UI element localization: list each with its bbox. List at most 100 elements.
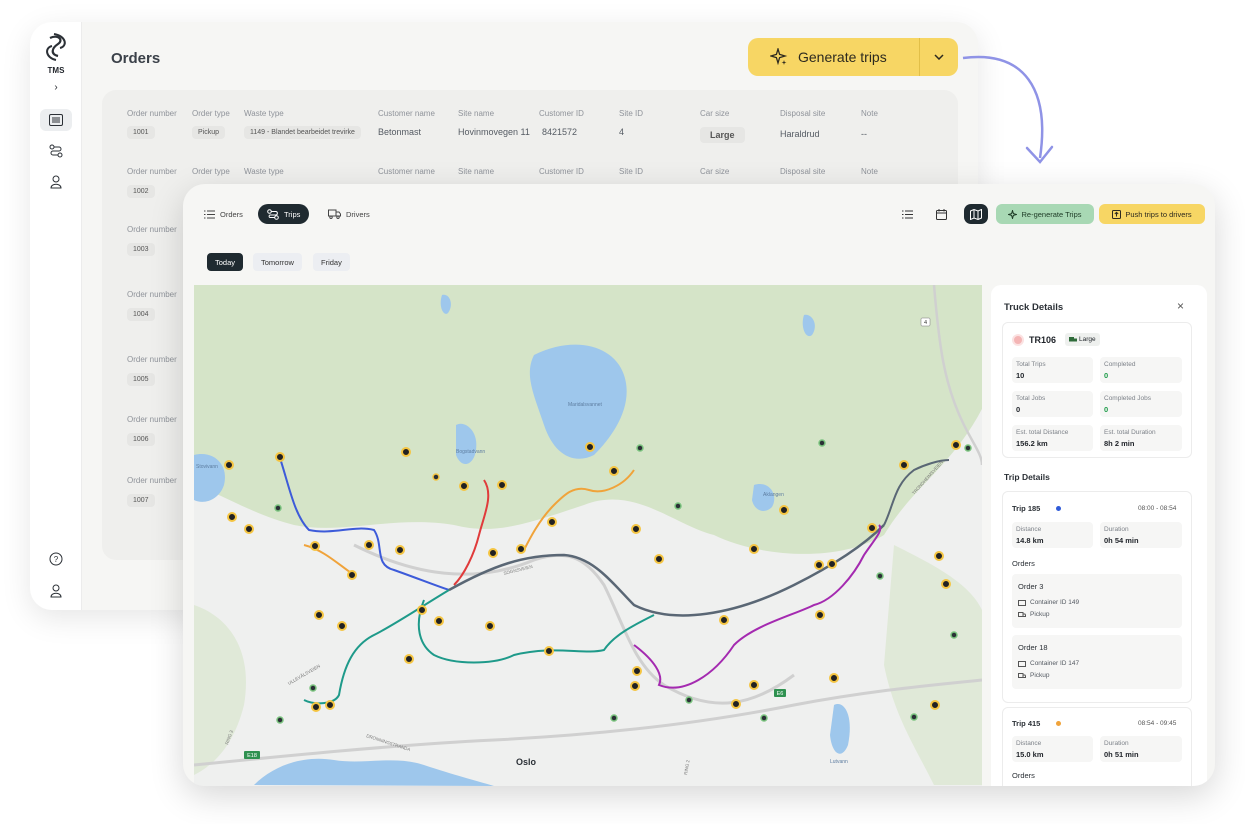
route-map[interactable]: Oslo Maridalsvannet Bogstadvann Stovivan…	[194, 285, 982, 786]
order-item[interactable]: Order 3 Container ID 149 Pickup	[1012, 574, 1182, 628]
sparkle-icon	[1008, 209, 1018, 219]
map-canvas: Oslo Maridalsvannet Bogstadvann Stovivan…	[194, 285, 982, 786]
truck-icon	[328, 209, 341, 219]
order-number-chip[interactable]: 1006	[127, 433, 155, 446]
order-type-chip[interactable]: Pickup	[192, 126, 226, 139]
header-car-size: Car size	[700, 109, 730, 118]
profile-button[interactable]	[40, 580, 72, 602]
upload-icon	[1112, 209, 1122, 219]
day-tomorrow[interactable]: Tomorrow	[253, 253, 302, 271]
generate-trips-main[interactable]: Generate trips	[748, 38, 920, 76]
user-icon	[50, 584, 62, 598]
lake-lutvann	[830, 704, 850, 754]
stat-total-jobs: Total Jobs 0	[1012, 391, 1093, 417]
lake-label: Stovivann	[196, 464, 218, 470]
day-friday[interactable]: Friday	[313, 253, 350, 271]
connector-arrow-icon	[962, 55, 1054, 164]
regenerate-trips-button[interactable]: Re-generate Trips	[996, 204, 1094, 224]
calendar-view-button[interactable]	[929, 204, 953, 224]
container-icon	[1018, 599, 1026, 606]
lake-label: Bogstadvann	[456, 449, 485, 455]
order-type: Pickup	[1018, 611, 1050, 618]
note: --	[861, 129, 867, 139]
customer-name: Betonmast	[378, 127, 422, 137]
header-site-id: Site ID	[619, 167, 644, 176]
trip-details-title: Trip Details	[1004, 472, 1050, 482]
header-waste-type: Waste type	[244, 109, 284, 118]
fjord	[254, 758, 494, 786]
stat-total-distance: Est. total Distance 156.2 km	[1012, 425, 1093, 451]
stat-total-duration: Est. total Duration 8h 2 min	[1100, 425, 1182, 451]
trip-card[interactable]: Trip 185 08:00 - 08:54 Distance 14.8 km …	[1002, 491, 1192, 703]
tab-drivers[interactable]: Drivers	[319, 204, 379, 224]
header-order-number: Order number	[127, 415, 177, 424]
order-number-chip[interactable]: 1003	[127, 243, 155, 256]
push-trips-label: Push trips to drivers	[1125, 209, 1192, 219]
order-name: Order 18	[1018, 643, 1048, 652]
road-sign-4: 4	[920, 317, 931, 327]
order-number-chip[interactable]: 1005	[127, 373, 155, 386]
car-size-chip[interactable]: Large	[700, 127, 745, 143]
route-teal	[303, 589, 450, 705]
map-view-button[interactable]	[964, 204, 988, 224]
close-icon[interactable]: ×	[1177, 299, 1184, 313]
route-icon	[49, 144, 63, 158]
tab-orders-label: Orders	[220, 209, 243, 219]
tab-trips[interactable]: Trips	[258, 204, 310, 224]
orders-title: Orders	[1012, 559, 1035, 568]
sidebar-item-drivers[interactable]	[40, 171, 72, 193]
list-view-button[interactable]	[895, 204, 919, 224]
sparkle-icon	[770, 48, 788, 66]
order-number-chip[interactable]: 1007	[127, 494, 155, 507]
order-number-chip[interactable]: 1002	[127, 185, 155, 198]
generate-trips-button[interactable]: Generate trips	[748, 38, 958, 76]
expand-chevron-icon[interactable]: ›	[30, 82, 82, 93]
stat-completed: Completed 0	[1100, 357, 1182, 383]
order-type: Pickup	[1018, 672, 1050, 679]
truck-icon	[1069, 336, 1077, 341]
header-note: Note	[861, 167, 878, 176]
stat-completed-jobs: Completed Jobs 0	[1100, 391, 1182, 417]
user-icon	[50, 175, 62, 189]
stat-total-trips: Total Trips 10	[1012, 357, 1093, 383]
day-today[interactable]: Today	[207, 253, 244, 271]
header-order-number: Order number	[127, 167, 177, 176]
header-customer-name: Customer name	[378, 109, 435, 118]
calendar-icon	[935, 208, 947, 220]
truck-size-badge: Large	[1065, 333, 1100, 346]
svg-text:4: 4	[924, 320, 927, 326]
header-site-id: Site ID	[619, 109, 644, 118]
road-sign-e6: E6	[774, 689, 786, 697]
tab-orders[interactable]: Orders	[195, 204, 252, 224]
lake-label: Aklangen	[763, 492, 784, 498]
road-label: ULLEVÅLSVEIEN	[287, 663, 321, 686]
truck-icon	[1018, 672, 1026, 678]
trip-duration: Duration 0h 54 min	[1100, 522, 1182, 548]
push-trips-button[interactable]: Push trips to drivers	[1099, 204, 1205, 224]
truck-details-panel: Truck Details × TR106 Large Total Trips …	[991, 285, 1207, 786]
waste-type-chip[interactable]: 1149 - Blandet bearbeidet trevirke	[244, 126, 361, 139]
order-name: Order 3	[1018, 582, 1044, 591]
forest-area	[194, 605, 246, 775]
forest-area	[884, 545, 982, 785]
order-number-chip[interactable]: 1001	[127, 126, 155, 139]
sidebar-item-trips[interactable]	[40, 140, 72, 162]
help-button[interactable]: ?	[40, 548, 72, 570]
list-icon	[49, 114, 63, 126]
header-waste-type: Waste type	[244, 167, 284, 176]
list-icon	[204, 210, 215, 218]
order-number-chip[interactable]: 1004	[127, 308, 155, 321]
generate-trips-dropdown[interactable]	[920, 38, 958, 76]
trip-card[interactable]: Trip 415 08:54 - 09:45 Distance 15.0 km …	[1002, 707, 1192, 786]
page-title: Orders	[111, 50, 161, 67]
map-icon	[970, 208, 982, 220]
sidebar: TMS › ?	[30, 22, 82, 610]
road-sign-e18: E18	[244, 751, 260, 759]
route-icon	[267, 208, 279, 220]
sidebar-item-orders[interactable]	[40, 109, 72, 131]
order-item[interactable]: Order 18 Container ID 147 Pickup	[1012, 635, 1182, 689]
road-e18	[194, 678, 982, 767]
disposal-site: Haraldrud	[780, 129, 820, 139]
panel-title: Truck Details	[1004, 302, 1064, 313]
trips-window: Orders Trips Drivers Re-generate Trips P…	[183, 184, 1215, 786]
